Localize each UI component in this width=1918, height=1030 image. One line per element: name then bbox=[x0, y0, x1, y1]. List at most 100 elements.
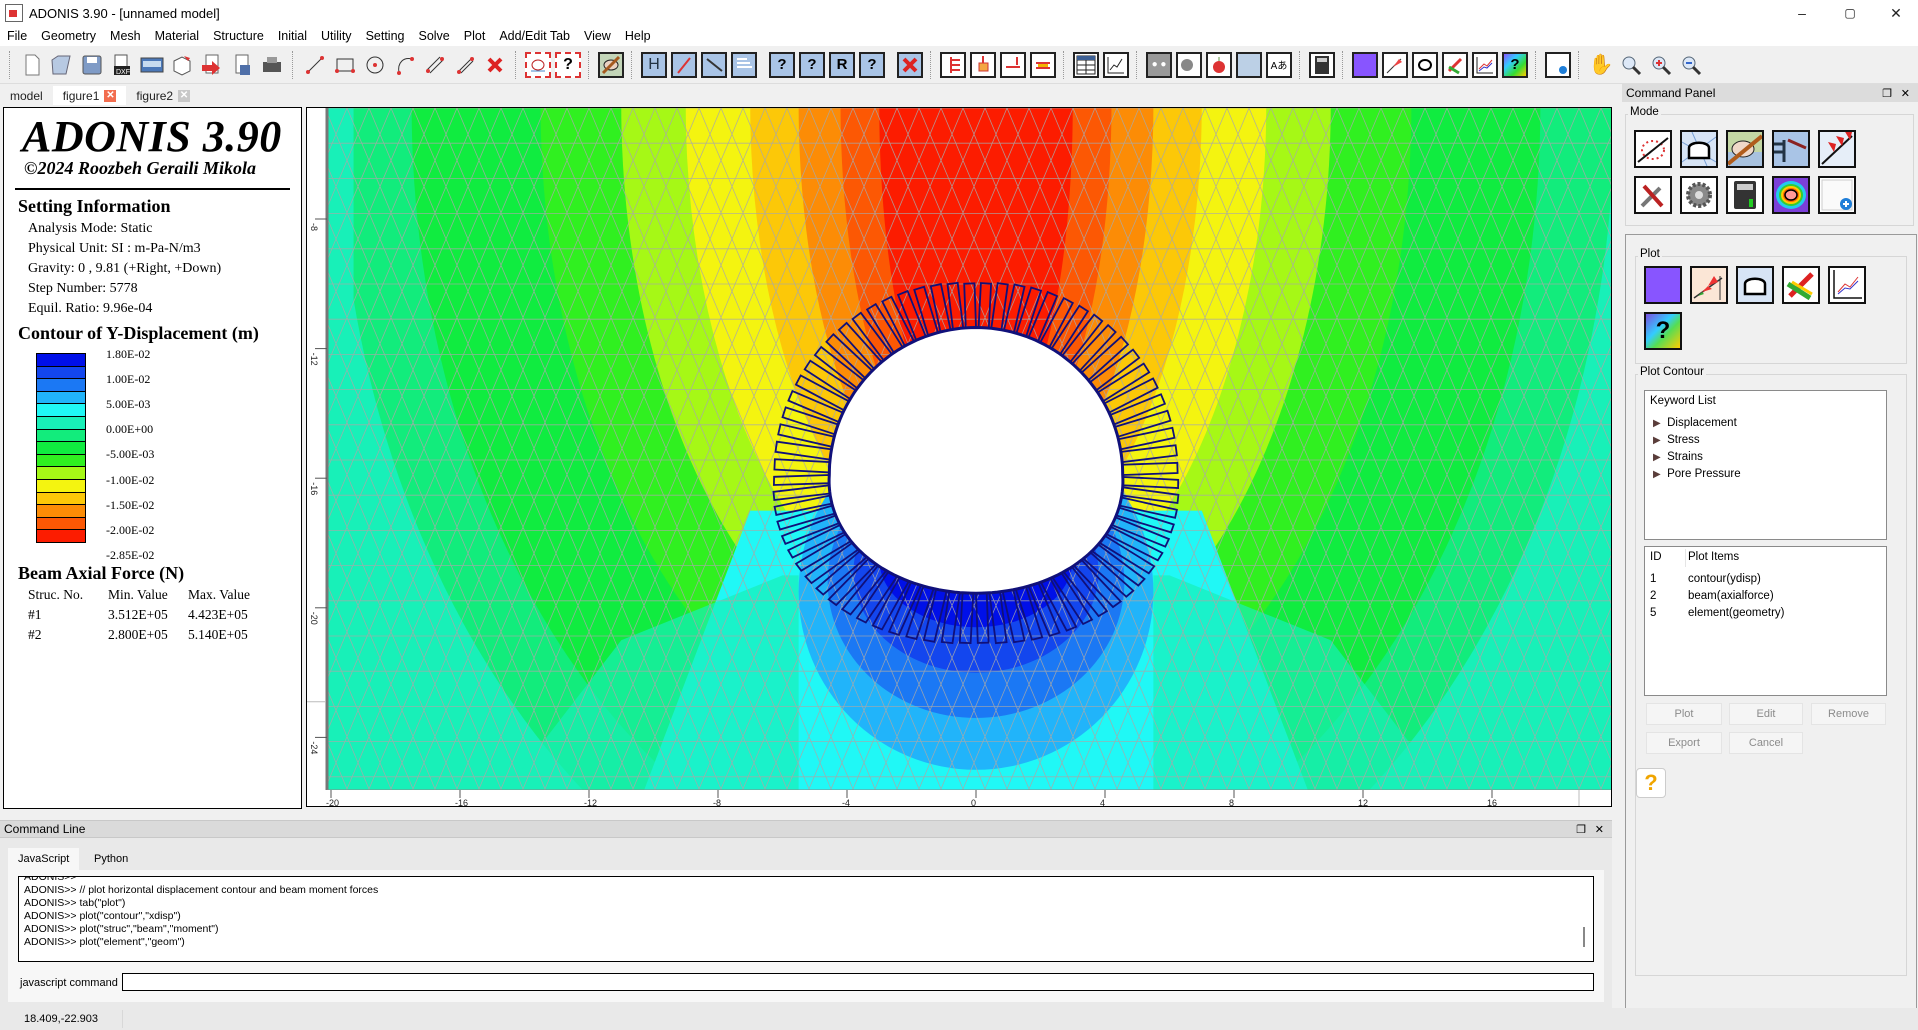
keyword-strains[interactable]: ▶ Strains bbox=[1653, 449, 1741, 466]
expand-arrow-icon[interactable]: ▶ bbox=[1653, 435, 1661, 446]
menu-structure[interactable]: Structure bbox=[206, 29, 271, 43]
mesh-plot-icon[interactable] bbox=[1736, 266, 1774, 304]
menu-solve[interactable]: Solve bbox=[411, 29, 456, 43]
menu-view[interactable]: View bbox=[577, 29, 618, 43]
keyword-stress[interactable]: ▶ Stress bbox=[1653, 432, 1741, 449]
expand-arrow-icon[interactable]: ▶ bbox=[1653, 469, 1661, 480]
query-plot-icon[interactable]: ? bbox=[1644, 312, 1682, 350]
close-tab-icon[interactable]: ✕ bbox=[178, 89, 191, 102]
menu-setting[interactable]: Setting bbox=[359, 29, 412, 43]
tab-figure1[interactable]: figure1 ✕ bbox=[52, 86, 127, 105]
water-table-icon[interactable] bbox=[1236, 51, 1262, 78]
beam-load-icon[interactable] bbox=[1000, 51, 1026, 78]
new-file-icon[interactable] bbox=[19, 52, 45, 78]
expand-arrow-icon[interactable]: ▶ bbox=[1653, 418, 1661, 429]
menu-plot[interactable]: Plot bbox=[457, 29, 493, 43]
vector-plot-icon[interactable] bbox=[1782, 266, 1820, 304]
zoom-in-icon[interactable] bbox=[1648, 52, 1674, 78]
plot-items-list[interactable]: ID Plot Items 1 contour(ydisp) 2 beam(axia… bbox=[1644, 546, 1887, 696]
contour-plot[interactable]: -20 -16 -12 -8 -4 0 4 8 12 16 -8 -12 -16 -20 -24 bbox=[307, 108, 1612, 807]
keyword-pore-pressure[interactable]: ▶ Pore Pressure bbox=[1653, 466, 1741, 483]
utility-apple-icon[interactable] bbox=[1206, 51, 1232, 78]
structure-cable-icon[interactable] bbox=[671, 51, 697, 78]
export-image-icon[interactable] bbox=[139, 52, 165, 78]
solve-mode-icon[interactable] bbox=[1680, 176, 1718, 214]
history-plot-icon[interactable] bbox=[1103, 51, 1129, 78]
distributed-load-icon[interactable] bbox=[1030, 51, 1056, 78]
menu-mesh[interactable]: Mesh bbox=[103, 29, 148, 43]
calculator-icon[interactable] bbox=[1309, 51, 1335, 78]
query-cable-icon[interactable]: ? bbox=[799, 51, 825, 78]
plot-mode-icon[interactable] bbox=[1772, 176, 1810, 214]
draw-rectangle-icon[interactable] bbox=[332, 52, 358, 78]
menu-help[interactable]: Help bbox=[618, 29, 658, 43]
plot-item-row[interactable]: 5 element(geometry) bbox=[1650, 605, 1880, 622]
draw-polyline-icon[interactable] bbox=[452, 52, 478, 78]
import-dxf-icon[interactable]: DXF bbox=[109, 52, 135, 78]
delete-structure-icon[interactable] bbox=[897, 51, 923, 78]
menu-material[interactable]: Material bbox=[148, 29, 206, 43]
print-icon[interactable] bbox=[259, 52, 285, 78]
menu-file[interactable]: File bbox=[0, 29, 34, 43]
save-icon[interactable] bbox=[79, 52, 105, 78]
console-output[interactable]: ADONIS>> ADONIS>> // plot horizontal dis… bbox=[18, 876, 1594, 962]
mesh-query-icon[interactable]: ? bbox=[555, 51, 581, 78]
structure-beam-icon[interactable]: H bbox=[641, 51, 667, 78]
tab-javascript[interactable]: JavaScript bbox=[8, 848, 80, 870]
plot-item-row[interactable]: 1 contour(ydisp) bbox=[1650, 571, 1880, 588]
zoom-out-icon[interactable] bbox=[1678, 52, 1704, 78]
plot-mesh-icon[interactable] bbox=[1412, 51, 1438, 78]
boundary-fix-icon[interactable] bbox=[940, 51, 966, 78]
console-scrollbar[interactable] bbox=[1583, 927, 1585, 947]
structure-mode-icon[interactable] bbox=[1772, 130, 1810, 168]
open-folder-icon[interactable] bbox=[49, 52, 75, 78]
contour-plot-icon[interactable] bbox=[1644, 266, 1682, 304]
text-label-icon[interactable]: Aあ bbox=[1266, 51, 1292, 78]
plot-button[interactable]: Plot bbox=[1646, 703, 1722, 725]
draw-line-icon[interactable] bbox=[302, 52, 328, 78]
geometry-mode-icon[interactable] bbox=[1634, 130, 1672, 168]
menu-add-edit-tab[interactable]: Add/Edit Tab bbox=[492, 29, 577, 43]
menu-initial[interactable]: Initial bbox=[271, 29, 314, 43]
query-liner-icon[interactable]: ? bbox=[859, 51, 885, 78]
draw-arc-icon[interactable] bbox=[392, 52, 418, 78]
undock-icon[interactable]: ❐ bbox=[1576, 823, 1586, 836]
structure-liner-icon[interactable] bbox=[731, 51, 757, 78]
tab-python[interactable]: Python bbox=[84, 848, 138, 870]
mesh-mode-icon[interactable] bbox=[1680, 130, 1718, 168]
structure-anchor-icon[interactable] bbox=[701, 51, 727, 78]
maximize-button[interactable]: ▢ bbox=[1828, 0, 1872, 26]
edit-button[interactable]: Edit bbox=[1729, 703, 1803, 725]
save-script-icon[interactable] bbox=[229, 52, 255, 78]
plot-item-row[interactable]: 2 beam(axialforce) bbox=[1650, 588, 1880, 605]
close-panel-icon[interactable]: ✕ bbox=[1595, 823, 1604, 836]
loading-mode-icon[interactable] bbox=[1818, 130, 1856, 168]
draw-double-line-icon[interactable] bbox=[422, 52, 448, 78]
query-beam-icon[interactable]: ? bbox=[769, 51, 795, 78]
cancel-button[interactable]: Cancel bbox=[1729, 732, 1803, 754]
javascript-command-input[interactable] bbox=[122, 973, 1594, 991]
remove-button[interactable]: Remove bbox=[1811, 703, 1886, 725]
close-button[interactable]: ✕ bbox=[1874, 0, 1918, 26]
utility-grid-icon[interactable]: ● ● bbox=[1146, 51, 1172, 78]
export-button[interactable]: Export bbox=[1646, 732, 1722, 754]
mesh-tunnel-icon[interactable] bbox=[525, 51, 551, 78]
export-3d-icon[interactable] bbox=[169, 52, 195, 78]
plot-history-icon[interactable] bbox=[1472, 51, 1498, 78]
material-icon[interactable] bbox=[598, 51, 624, 78]
keyword-displacement[interactable]: ▶ Displacement bbox=[1653, 415, 1741, 432]
point-load-icon[interactable] bbox=[970, 51, 996, 78]
new-tab-mode-icon[interactable] bbox=[1818, 176, 1856, 214]
plot-canvas[interactable]: -20 -16 -12 -8 -4 0 4 8 12 16 -8 -12 -16 -20 -24 bbox=[306, 107, 1612, 807]
undock-icon[interactable]: ❐ bbox=[1882, 87, 1892, 100]
close-tab-icon[interactable]: ✕ bbox=[104, 89, 117, 102]
menu-geometry[interactable]: Geometry bbox=[34, 29, 103, 43]
plot-contour-icon[interactable] bbox=[1352, 51, 1378, 78]
structure-plot-icon[interactable] bbox=[1690, 266, 1728, 304]
toolbar-grip[interactable] bbox=[9, 50, 12, 79]
pan-hand-icon[interactable]: ✋ bbox=[1588, 52, 1614, 78]
expand-arrow-icon[interactable]: ▶ bbox=[1653, 452, 1661, 463]
help-icon[interactable]: ? bbox=[1636, 768, 1666, 798]
draw-circle-icon[interactable] bbox=[362, 52, 388, 78]
keyword-list[interactable]: Keyword List ▶ Displacement ▶ Stress ▶ S… bbox=[1644, 390, 1887, 540]
